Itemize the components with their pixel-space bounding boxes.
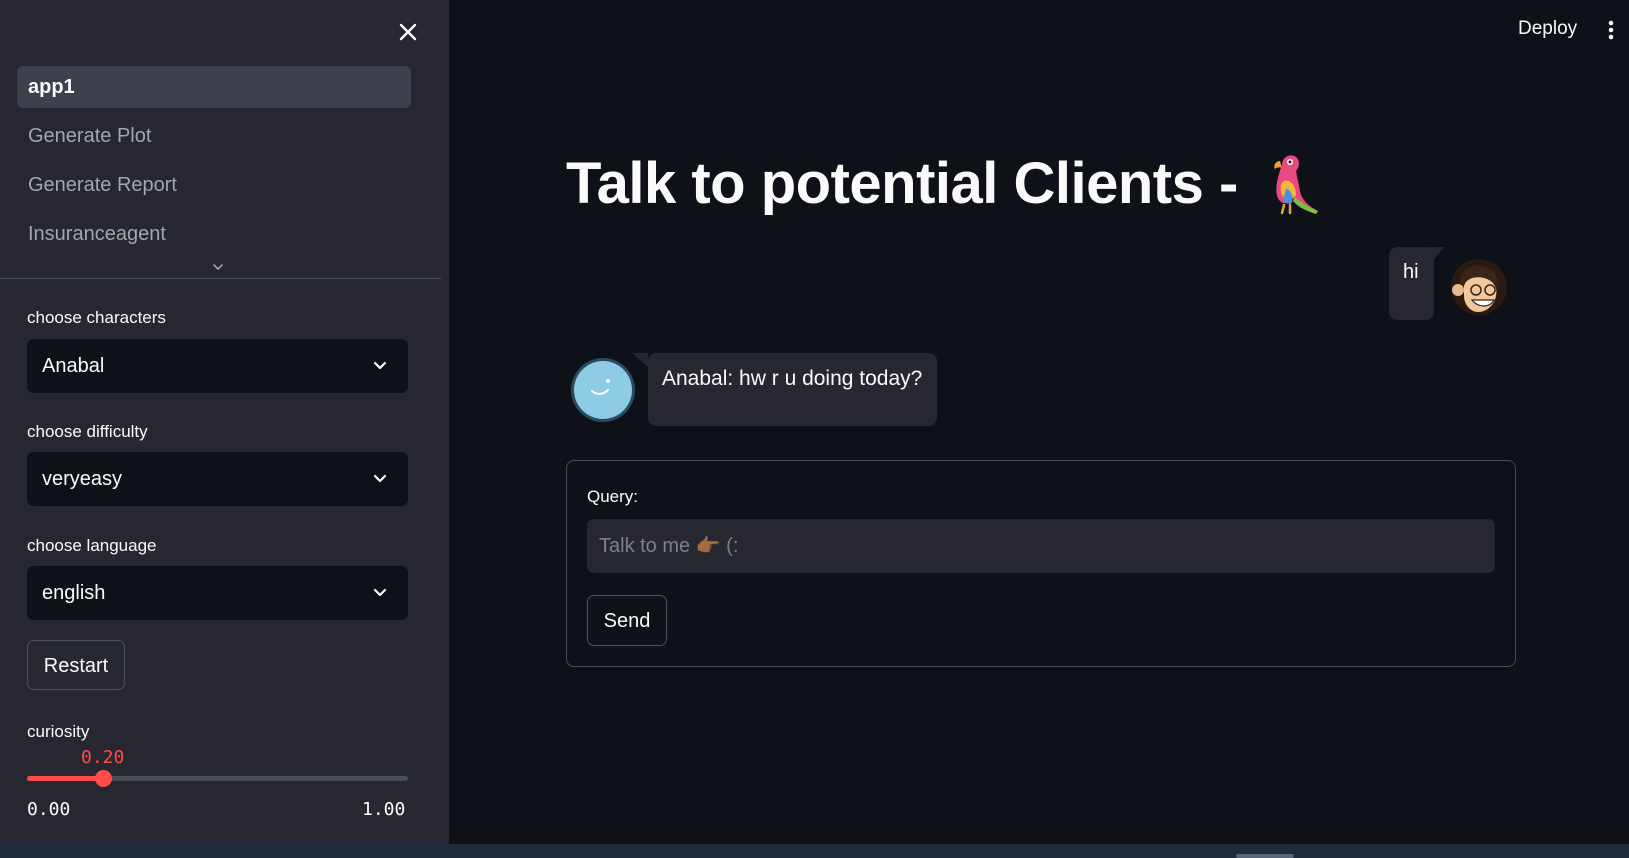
language-label: choose language (27, 536, 157, 555)
curiosity-max: 1.00 (362, 799, 406, 820)
query-form: Query: Send (566, 460, 1516, 667)
sidebar-item-generate-plot[interactable]: Generate Plot (17, 115, 411, 157)
page-title: Talk to potential Clients - (566, 150, 1320, 217)
language-select[interactable]: english (27, 566, 408, 620)
difficulty-select[interactable]: veryeasy (27, 452, 408, 506)
curiosity-slider-handle[interactable] (95, 770, 113, 787)
assistant-message-text: Anabal: hw r u doing today? (662, 367, 923, 390)
curiosity-value: 0.20 (81, 747, 125, 768)
characters-select[interactable]: Anabal (27, 339, 408, 393)
query-input[interactable] (587, 519, 1495, 573)
difficulty-value: veryeasy (42, 468, 123, 490)
characters-label: choose characters (27, 308, 166, 327)
sidebar-nav: app1 Generate Plot Generate Report Insur… (17, 66, 411, 262)
user-message-text: hi (1403, 261, 1419, 283)
scrollbar-thumb[interactable] (1236, 854, 1294, 858)
user-avatar-icon (1451, 259, 1507, 315)
assistant-avatar-icon (571, 358, 635, 422)
page-title-text: Talk to potential Clients - (566, 151, 1238, 216)
curiosity-min: 0.00 (27, 799, 71, 820)
bottom-bar (0, 844, 1629, 858)
difficulty-label: choose difficulty (27, 422, 148, 441)
query-label: Query: (587, 487, 639, 506)
sidebar-divider (0, 278, 441, 279)
assistant-message: Anabal: hw r u doing today? (631, 353, 938, 426)
restart-button[interactable]: Restart (27, 640, 125, 690)
send-button[interactable]: Send (587, 595, 667, 646)
sidebar-item-generate-report[interactable]: Generate Report (17, 164, 411, 206)
sidebar-item-insuranceagent[interactable]: Insuranceagent (17, 213, 411, 255)
curiosity-slider[interactable] (27, 770, 408, 787)
more-options-icon[interactable] (1605, 19, 1617, 41)
curiosity-slider-fill (27, 776, 104, 781)
sidebar-item-app1[interactable]: app1 (17, 66, 411, 108)
chevron-down-icon (373, 361, 387, 370)
parrot-icon (1274, 154, 1318, 214)
sidebar: app1 Generate Plot Generate Report Insur… (0, 0, 449, 844)
chevron-down-icon (373, 474, 387, 483)
deploy-button[interactable]: Deploy (1518, 18, 1577, 40)
chevron-down-icon[interactable] (210, 260, 226, 274)
close-icon[interactable] (396, 20, 420, 44)
language-value: english (42, 582, 106, 604)
chevron-down-icon (373, 588, 387, 597)
curiosity-label: curiosity (27, 722, 90, 741)
user-message: hi (1389, 247, 1444, 320)
characters-value: Anabal (42, 355, 105, 377)
